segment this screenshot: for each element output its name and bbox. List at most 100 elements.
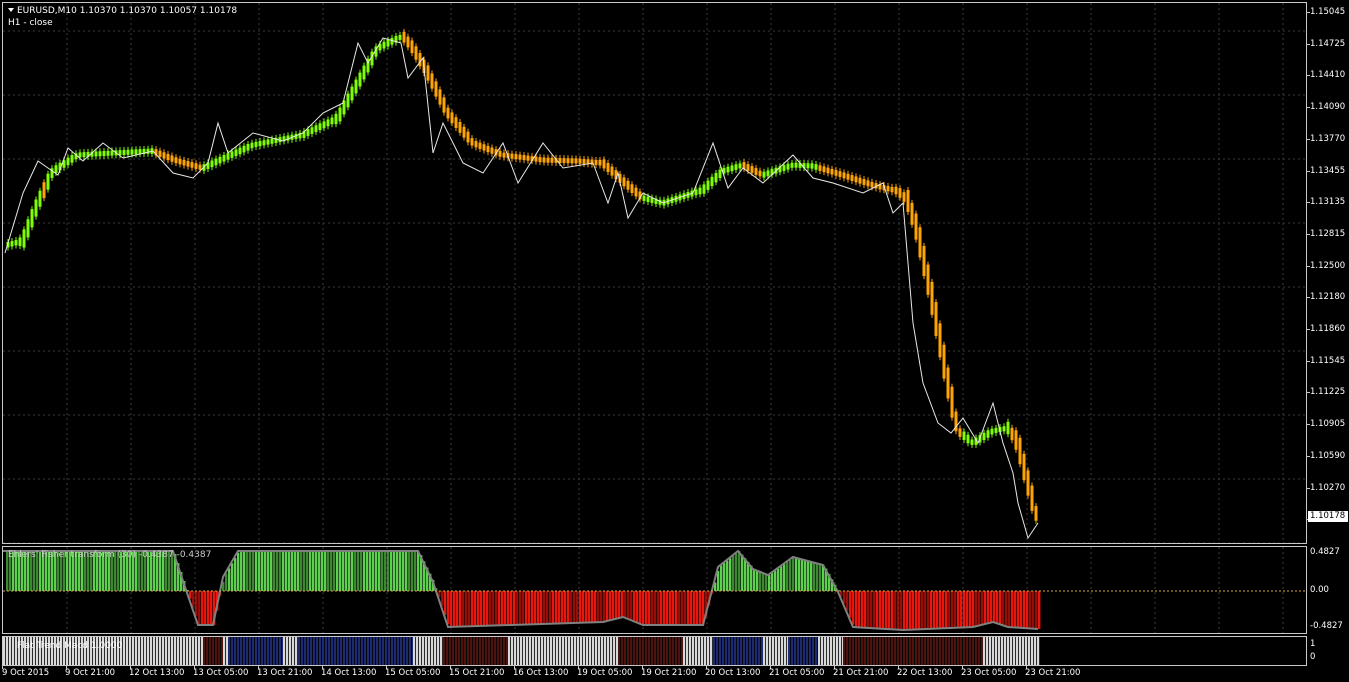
flat-trend-bar [231, 637, 234, 665]
flat-trend-bar [933, 637, 936, 665]
fisher-bar [801, 559, 804, 591]
candle-body [934, 302, 938, 336]
fisher-bar [567, 591, 570, 624]
flat-trend-bar [909, 637, 912, 665]
fisher-bar [654, 591, 657, 625]
candle-body [518, 154, 522, 160]
flat-trend-bar [1013, 637, 1016, 665]
flat-trend-bar [340, 637, 343, 665]
candle-body [186, 161, 190, 167]
flat-trend-bar [476, 637, 479, 665]
flat-trend-bar [316, 637, 319, 665]
fisher-bar [813, 562, 816, 591]
candle-body [514, 154, 518, 160]
fisher-bar [309, 551, 312, 591]
candle-body [474, 141, 478, 148]
fisher-bar [507, 591, 510, 626]
chart-window[interactable]: EURUSD,M10 1.10370 1.10370 1.10057 1.101… [0, 0, 1349, 682]
candle-body [490, 147, 494, 154]
candle-body [578, 158, 582, 164]
flat-trend-bar [740, 637, 743, 665]
dropdown-triangle-icon[interactable] [8, 8, 14, 12]
flat-trend-bar [618, 637, 621, 665]
candle-body [10, 241, 14, 247]
flat-trend-bar [769, 637, 772, 665]
candle-body [170, 155, 174, 162]
fisher-bar [258, 551, 261, 591]
fisher-bar [771, 572, 774, 591]
fisher-histogram[interactable] [3, 547, 1307, 634]
fisher-bar [441, 591, 444, 606]
flat-trend-bar [126, 637, 129, 665]
candle-body [462, 126, 466, 138]
candle-body [222, 154, 226, 162]
candle-body [34, 199, 38, 217]
fisher-bar [1002, 591, 1005, 625]
flat-trend-pane[interactable]: Flat Trend Macd 1.0000 [2, 636, 1307, 666]
flat-trend-bar [942, 637, 945, 665]
fisher-bar [510, 591, 513, 625]
flat-trend-bar [818, 637, 821, 665]
time-tick-label: 20 Oct 13:00 [705, 668, 761, 678]
fisher-bar [330, 551, 333, 591]
fisher-bar [975, 591, 978, 627]
flat-trend-bar [514, 637, 517, 665]
price-chart[interactable] [3, 3, 1307, 544]
flat-trend-bar [12, 637, 15, 665]
flat-trend-bar [494, 637, 497, 665]
flat-trend-bar [583, 637, 586, 665]
price-chart-pane[interactable]: EURUSD,M10 1.10370 1.10370 1.10057 1.101… [2, 2, 1307, 544]
flat-trend-bar [189, 637, 192, 665]
flat-trend-bar [388, 637, 391, 665]
fisher-label: Ehlers' Fisher transform (30) -0.4387 -0… [8, 550, 212, 560]
fisher-pane[interactable]: Ehlers' Fisher transform (30) -0.4387 -0… [2, 546, 1307, 634]
flat-trend-histogram[interactable] [3, 637, 1307, 666]
price-axis[interactable]: 1.15045 1.14725 1.14410 1.14090 1.13770 1.134… [1307, 2, 1349, 544]
candle-body [198, 164, 202, 170]
candle-body [42, 182, 46, 199]
flat-trend-bar [310, 637, 313, 665]
fisher-bar [495, 591, 498, 626]
flat-trend-bar [577, 637, 580, 665]
flat-trend-bar [610, 637, 613, 665]
flat-trend-bar [264, 637, 267, 665]
fisher-bar [741, 554, 744, 591]
flat-trend-bar [734, 637, 737, 665]
flat-trend-bar [195, 637, 198, 665]
fisher-bar [819, 563, 822, 591]
candle-body [950, 386, 954, 418]
candle-body [910, 202, 914, 225]
flat-trend-bar [3, 637, 6, 665]
fisher-bar [768, 575, 771, 591]
time-tick-label: 16 Oct 13:00 [513, 668, 569, 678]
flat-trend-bar [972, 637, 975, 665]
flat-trend-bar [775, 637, 778, 665]
fisher-bar [477, 591, 480, 627]
flat-trend-bar [198, 637, 201, 665]
fisher-bar [1035, 591, 1038, 629]
flat-trend-bar [307, 637, 310, 665]
flat-trend-bar [346, 637, 349, 665]
candle-body [902, 192, 906, 202]
flat-axis: 10 [1307, 636, 1349, 666]
candle-body [478, 142, 482, 149]
fisher-bar [930, 591, 933, 629]
flat-trend-bar [906, 637, 909, 665]
time-tick-label: 21 Oct 05:00 [769, 668, 825, 678]
candle-body [398, 34, 402, 40]
fisher-bar [525, 591, 528, 625]
fisher-bar [486, 591, 489, 626]
fisher-bar [312, 551, 315, 591]
flat-trend-bar [562, 637, 565, 665]
flat-trend-bar [743, 637, 746, 665]
fisher-bar [612, 591, 615, 620]
symbol-title-text: EURUSD,M10 1.10370 1.10370 1.10057 1.101… [17, 6, 238, 16]
time-tick-label: 19 Oct 05:00 [577, 668, 633, 678]
fisher-bar [780, 566, 783, 591]
candle-body [182, 159, 186, 166]
candle-body [306, 129, 310, 136]
candle-body [318, 123, 322, 131]
flat-trend-bar [1019, 637, 1022, 665]
fisher-bar [381, 551, 384, 591]
candle-body [782, 165, 786, 171]
